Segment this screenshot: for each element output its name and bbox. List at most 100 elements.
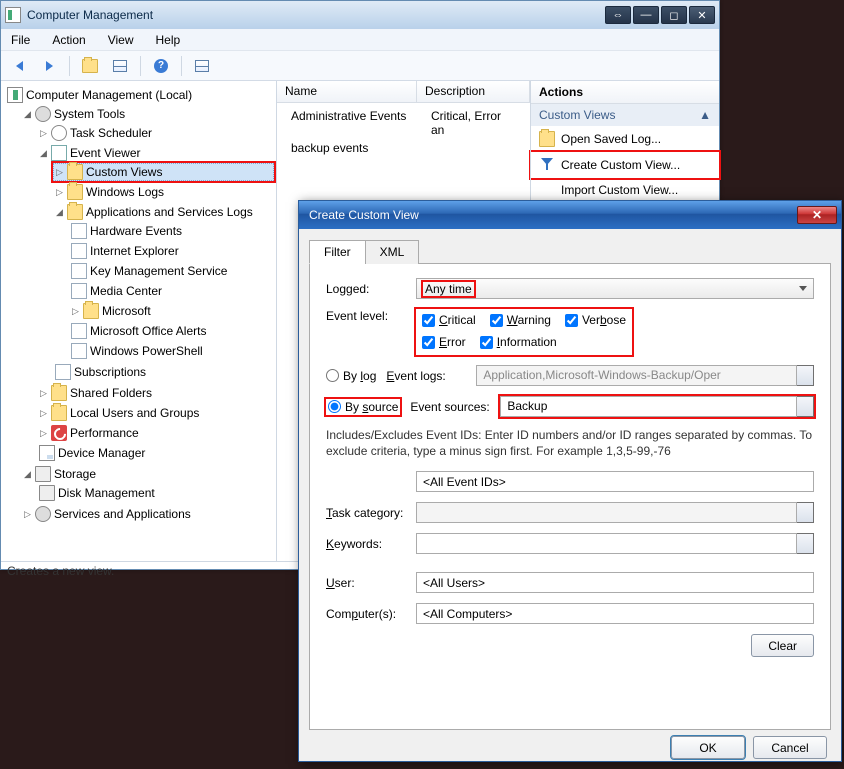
event-viewer-icon [51, 145, 67, 161]
folder-icon [67, 204, 83, 220]
tree-custom-views[interactable]: ▷Custom Views [53, 163, 274, 181]
tree-root-label: Computer Management (Local) [26, 88, 192, 102]
properties-button[interactable] [108, 55, 132, 77]
tree-powershell[interactable]: Windows PowerShell [69, 342, 274, 360]
checkbox-critical[interactable]: Critical [422, 313, 476, 327]
label: Microsoft Office Alerts [90, 324, 206, 338]
tab-xml[interactable]: XML [365, 240, 420, 264]
action-open-saved-log[interactable]: Open Saved Log... [531, 126, 719, 152]
expander-icon[interactable]: ▷ [23, 510, 32, 519]
radio-by-source[interactable]: By source [326, 399, 400, 415]
user-field[interactable] [416, 572, 814, 593]
menu-view[interactable]: View [104, 31, 138, 49]
actions-subheader[interactable]: Custom Views▲ [531, 104, 719, 126]
expander-icon[interactable]: ◢ [39, 149, 48, 158]
checkbox-information[interactable]: Information [480, 335, 557, 349]
up-button[interactable] [78, 55, 102, 77]
collapse-icon[interactable]: ▲ [699, 108, 711, 122]
label: Subscriptions [74, 365, 146, 379]
keywords-field[interactable] [416, 533, 797, 554]
dialog-titlebar[interactable]: Create Custom View ✕ [299, 201, 841, 229]
tree-subscriptions[interactable]: Subscriptions [53, 363, 274, 381]
switch-button[interactable]: ⇔ [605, 6, 631, 24]
tree-disk-management[interactable]: Disk Management [37, 484, 274, 502]
tree-panel[interactable]: Computer Management (Local) ◢System Tool… [1, 81, 277, 561]
checkbox-error[interactable]: Error [422, 335, 466, 349]
log-icon [71, 243, 87, 259]
tree-task-scheduler[interactable]: ▷Task Scheduler [37, 124, 274, 142]
tree-shared-folders[interactable]: ▷Shared Folders [37, 384, 274, 402]
action-import-custom-view[interactable]: Import Custom View... [531, 178, 719, 202]
maximize-button[interactable]: ◻ [661, 6, 687, 24]
menu-action[interactable]: Action [48, 31, 89, 49]
actions-header: Actions [531, 81, 719, 104]
event-sources-field[interactable]: Backup [500, 396, 797, 417]
tree-system-tools[interactable]: ◢System Tools [21, 105, 274, 123]
expander-icon[interactable]: ▷ [39, 129, 48, 138]
tree-event-viewer[interactable]: ◢Event Viewer [37, 144, 274, 162]
tree-microsoft[interactable]: ▷Microsoft [69, 302, 274, 320]
close-button[interactable]: ✕ [689, 6, 715, 24]
logged-combo[interactable]: Any time [416, 278, 814, 299]
label: Import Custom View... [561, 183, 678, 197]
tree-services-apps[interactable]: ▷Services and Applications [21, 505, 274, 523]
expander-icon[interactable]: ◢ [23, 470, 32, 479]
ok-button[interactable]: OK [671, 736, 745, 759]
help-icon: ? [154, 59, 168, 73]
tree-key-mgmt[interactable]: Key Management Service [69, 262, 274, 280]
list-item[interactable]: Administrative Events Critical, Error an [283, 107, 524, 139]
tree-ie[interactable]: Internet Explorer [69, 242, 274, 260]
help-button[interactable]: ? [149, 55, 173, 77]
menu-help[interactable]: Help [152, 31, 185, 49]
event-sources-dropdown[interactable] [797, 396, 814, 417]
log-icon [71, 343, 87, 359]
forward-button[interactable] [37, 55, 61, 77]
clear-button[interactable]: Clear [751, 634, 814, 657]
expander-icon[interactable]: ◢ [55, 208, 64, 217]
expander-icon[interactable]: ▷ [55, 168, 64, 177]
col-name[interactable]: Name [277, 81, 417, 102]
tree-device-manager[interactable]: Device Manager [37, 444, 274, 462]
keywords-dropdown[interactable] [797, 533, 814, 554]
checkbox-warning[interactable]: Warning [490, 313, 551, 327]
expander-icon[interactable]: ◢ [23, 110, 32, 119]
col-description[interactable]: Description [417, 81, 530, 102]
menu-file[interactable]: File [7, 31, 34, 49]
expander-icon[interactable]: ▷ [39, 409, 48, 418]
expander-icon[interactable]: ▷ [39, 429, 48, 438]
cancel-button[interactable]: Cancel [753, 736, 827, 759]
view-button[interactable] [190, 55, 214, 77]
expander-icon[interactable]: ▷ [55, 188, 64, 197]
event-level-label: Event level: [326, 309, 416, 323]
label: Performance [70, 426, 139, 440]
radio-by-log[interactable]: By log [326, 369, 376, 383]
task-category-label: Task category: [326, 506, 416, 520]
label: Open Saved Log... [561, 132, 661, 146]
back-button[interactable] [7, 55, 31, 77]
event-logs-dropdown[interactable] [797, 365, 814, 386]
tree-windows-logs[interactable]: ▷Windows Logs [53, 183, 274, 201]
tab-filter[interactable]: Filter [309, 240, 366, 264]
log-icon [71, 263, 87, 279]
dialog-close-button[interactable]: ✕ [797, 206, 837, 224]
expander-icon[interactable]: ▷ [39, 389, 48, 398]
tree-root[interactable]: Computer Management (Local) [5, 86, 274, 104]
tree-hardware-events[interactable]: Hardware Events [69, 222, 274, 240]
task-category-dropdown[interactable] [797, 502, 814, 523]
computers-field[interactable] [416, 603, 814, 624]
tree-media-center[interactable]: Media Center [69, 282, 274, 300]
tree-apps-logs[interactable]: ◢Applications and Services Logs [53, 203, 274, 221]
titlebar[interactable]: Computer Management ⇔ — ◻ ✕ [1, 1, 719, 29]
event-ids-hint: Includes/Excludes Event IDs: Enter ID nu… [326, 427, 814, 459]
checkbox-verbose[interactable]: Verbose [565, 313, 626, 327]
list-item[interactable]: backup events [283, 139, 524, 157]
minimize-button[interactable]: — [633, 6, 659, 24]
event-ids-field[interactable] [416, 471, 814, 492]
expander-icon[interactable]: ▷ [71, 307, 80, 316]
tree-storage[interactable]: ◢Storage [21, 465, 274, 483]
tree-office-alerts[interactable]: Microsoft Office Alerts [69, 322, 274, 340]
tree-performance[interactable]: ▷ Performance [37, 424, 274, 442]
action-create-custom-view[interactable]: Create Custom View... [531, 152, 719, 178]
tree-local-users[interactable]: ▷Local Users and Groups [37, 404, 274, 422]
label: arning [518, 313, 551, 327]
